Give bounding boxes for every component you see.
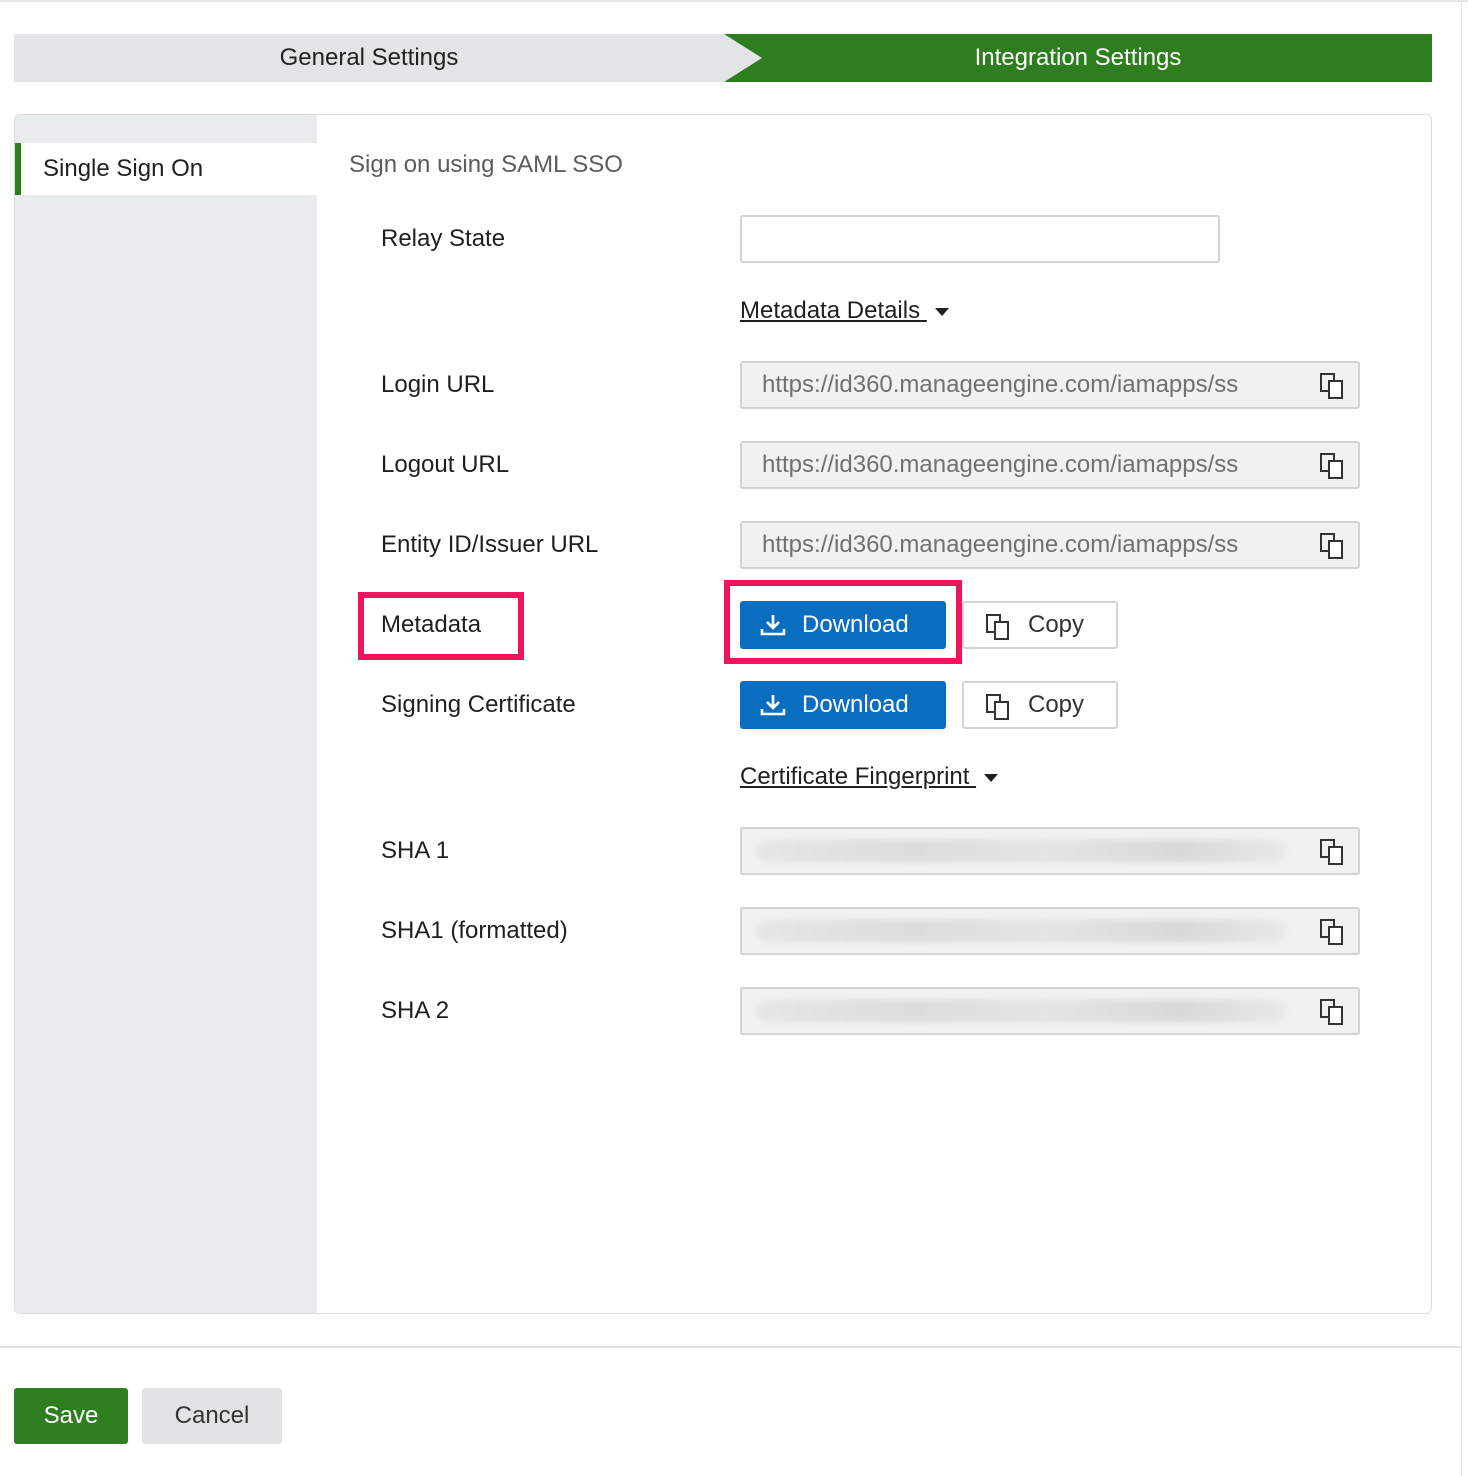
section-title: Sign on using SAML SSO [349, 151, 623, 178]
certificate-fingerprint-toggle[interactable]: Certificate Fingerprint [740, 763, 999, 791]
sha1-label: SHA 1 [381, 837, 450, 864]
settings-steps: General Settings Integration Settings [14, 34, 1432, 82]
settings-panel: Single Sign On Sign on using SAML SSO Re… [14, 114, 1432, 1314]
entity-id-value: https://id360.manageengine.com/iamapps/s… [762, 531, 1239, 558]
sha1-value-blurred [756, 840, 1286, 862]
step-general-settings[interactable]: General Settings [14, 34, 764, 82]
relay-state-input[interactable] [740, 215, 1220, 263]
signing-certificate-copy-button[interactable]: Copy [962, 681, 1118, 729]
copy-icon[interactable] [1318, 838, 1346, 866]
metadata-copy-button[interactable]: Copy [962, 601, 1118, 649]
sidebar-item-single-sign-on[interactable]: Single Sign On [15, 143, 317, 195]
step-integration-settings[interactable]: Integration Settings [724, 34, 1432, 82]
step-integration-label: Integration Settings [974, 44, 1182, 71]
copy-icon[interactable] [1318, 998, 1346, 1026]
relay-state-label: Relay State [381, 225, 506, 252]
caret-down-icon [984, 773, 999, 782]
sha1-formatted-value-blurred [756, 920, 1286, 942]
sha1-formatted-field[interactable] [740, 907, 1360, 955]
right-divider [1461, 0, 1462, 1476]
metadata-details-toggle[interactable]: Metadata Details [740, 297, 949, 325]
sidebar-item-label: Single Sign On [43, 155, 204, 182]
signing-certificate-copy-label: Copy [1028, 691, 1085, 718]
login-url-label: Login URL [381, 371, 495, 398]
copy-icon [986, 614, 1009, 640]
top-divider [0, 0, 1468, 2]
certificate-fingerprint-label: Certificate Fingerprint [740, 763, 970, 790]
logout-url-value: https://id360.manageengine.com/iamapps/s… [762, 451, 1239, 478]
step-general-label: General Settings [279, 44, 459, 71]
copy-icon[interactable] [1318, 532, 1346, 560]
caret-down-icon [934, 307, 949, 316]
save-button[interactable]: Save [14, 1388, 128, 1444]
sha1-field[interactable] [740, 827, 1360, 875]
sha2-label: SHA 2 [381, 997, 450, 1024]
metadata-label: Metadata [381, 611, 482, 638]
entity-id-label: Entity ID/Issuer URL [381, 531, 599, 558]
download-icon [760, 695, 786, 716]
entity-id-field[interactable]: https://id360.manageengine.com/iamapps/s… [740, 521, 1360, 569]
signing-certificate-download-label: Download [802, 691, 909, 718]
sha1-formatted-label: SHA1 (formatted) [381, 917, 568, 944]
sha2-value-blurred [756, 1000, 1286, 1022]
login-url-field[interactable]: https://id360.manageengine.com/iamapps/s… [740, 361, 1360, 409]
metadata-copy-label: Copy [1028, 611, 1085, 638]
copy-icon [986, 694, 1009, 720]
logout-url-label: Logout URL [381, 451, 510, 478]
metadata-details-label: Metadata Details [740, 297, 921, 324]
login-url-value: https://id360.manageengine.com/iamapps/s… [762, 371, 1239, 398]
logout-url-field[interactable]: https://id360.manageengine.com/iamapps/s… [740, 441, 1360, 489]
signing-certificate-label: Signing Certificate [381, 691, 576, 718]
copy-icon[interactable] [1318, 372, 1346, 400]
sidebar: Single Sign On [15, 115, 317, 1313]
cancel-button[interactable]: Cancel [142, 1388, 282, 1444]
download-icon [760, 615, 786, 636]
footer-divider [0, 1346, 1462, 1348]
sha2-field[interactable] [740, 987, 1360, 1035]
copy-icon[interactable] [1318, 918, 1346, 946]
metadata-download-label: Download [802, 611, 909, 638]
signing-certificate-download-button[interactable]: Download [740, 681, 946, 729]
copy-icon[interactable] [1318, 452, 1346, 480]
metadata-download-button[interactable]: Download [740, 601, 946, 649]
